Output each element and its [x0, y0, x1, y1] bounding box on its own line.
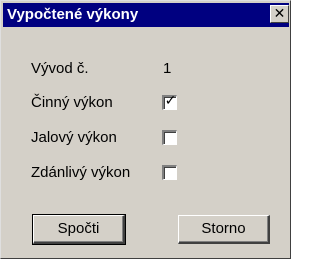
checkmark-icon: [164, 163, 177, 178]
title-bar[interactable]: Vypočtené výkony ✕: [3, 3, 289, 27]
vyvod-label: Vývod č.: [31, 60, 89, 77]
close-icon: ✕: [273, 5, 286, 21]
cancel-button[interactable]: Storno: [178, 215, 270, 244]
cinny-vykon-label: Činný výkon: [31, 94, 113, 111]
dialog-window: Vypočtené výkony ✕ Vývod č. 1 Činný výko…: [0, 0, 291, 259]
cinny-vykon-checkbox[interactable]: ✓: [162, 92, 177, 110]
checkmark-icon: [164, 128, 177, 143]
zdanlivy-vykon-checkbox[interactable]: [162, 165, 177, 180]
close-button[interactable]: ✕: [270, 5, 289, 23]
checkmark-icon: ✓: [164, 92, 177, 108]
vyvod-value: 1: [163, 60, 172, 77]
jalovy-vykon-label: Jalový výkon: [31, 129, 117, 146]
compute-button[interactable]: Spočti: [32, 214, 126, 245]
window-title: Vypočtené výkony: [7, 6, 139, 23]
jalovy-vykon-checkbox[interactable]: [162, 130, 177, 145]
zdanlivy-vykon-label: Zdánlivý výkon: [31, 164, 131, 181]
